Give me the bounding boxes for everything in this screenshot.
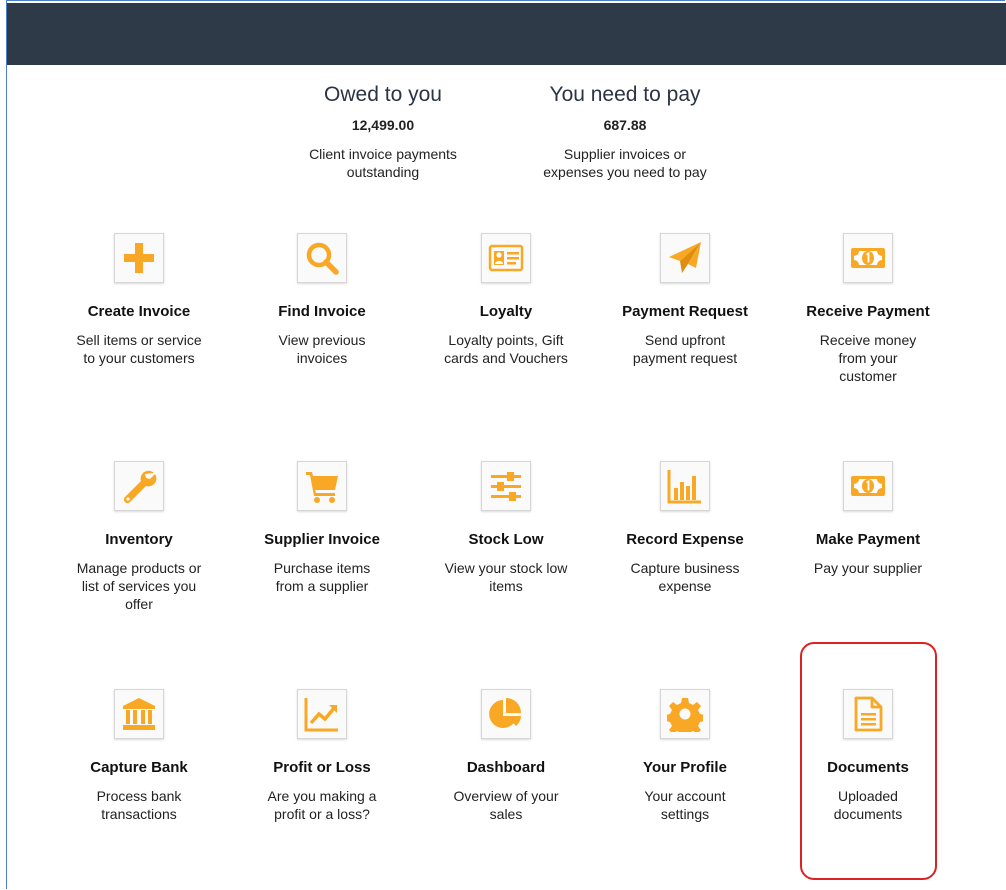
tile-title[interactable]: Loyalty <box>426 303 586 320</box>
tile-title[interactable]: Stock Low <box>426 531 586 548</box>
tile-description: Your account settings <box>644 788 726 822</box>
documents-highlight-box <box>800 642 937 880</box>
wrench-icon <box>121 468 157 504</box>
tile-title[interactable]: Supplier Invoice <box>242 531 402 548</box>
tile-description: View your stock low items <box>444 560 568 594</box>
find-invoice-icon-button[interactable] <box>297 233 347 283</box>
pay-heading: You need to pay <box>549 83 701 106</box>
sliders-icon <box>488 468 524 504</box>
id-card-icon <box>488 240 524 276</box>
owed-to-you-summary: Owed to you 12,499.00 Client invoice pay… <box>273 81 493 181</box>
paper-plane-icon <box>667 240 703 276</box>
tile-inventory[interactable]: Inventory Manage products or list of servi… <box>59 461 219 613</box>
tile-description: Pay your supplier <box>813 560 923 576</box>
gear-icon <box>667 696 703 732</box>
tile-title[interactable]: Payment Request <box>605 303 765 320</box>
tile-record-expense[interactable]: Record Expense Capture business expense <box>605 461 765 595</box>
plus-icon <box>121 240 157 276</box>
inventory-icon-button[interactable] <box>114 461 164 511</box>
tile-title[interactable]: Find Invoice <box>242 303 402 320</box>
tile-description: Manage products or list of services you of… <box>76 560 202 612</box>
tile-title[interactable]: Your Profile <box>605 759 765 776</box>
tile-title[interactable]: Receive Payment <box>788 303 948 320</box>
tile-description: View previous invoices <box>278 332 366 366</box>
tile-stock-low[interactable]: Stock Low View your stock low items <box>426 461 586 595</box>
tile-title[interactable]: Profit or Loss <box>242 759 402 776</box>
tile-description: Process bank transactions <box>96 788 182 822</box>
top-navigation-bar <box>7 3 1006 65</box>
tile-title[interactable]: Create Invoice <box>59 303 219 320</box>
stock-low-icon-button[interactable] <box>481 461 531 511</box>
owed-amount: 12,499.00 <box>351 117 415 133</box>
shopping-cart-icon <box>304 468 340 504</box>
create-invoice-icon-button[interactable] <box>114 233 164 283</box>
tile-description: Purchase items from a supplier <box>273 560 371 594</box>
pie-chart-icon <box>488 696 524 732</box>
dashboard-icon-button[interactable] <box>481 689 531 739</box>
pay-amount: 687.88 <box>603 117 647 133</box>
tile-make-payment[interactable]: Make Payment Pay your supplier <box>788 461 948 577</box>
profit-or-loss-icon-button[interactable] <box>297 689 347 739</box>
bank-icon <box>121 696 157 732</box>
tile-description: Capture business expense <box>630 560 740 594</box>
tile-description: Are you making a profit or a loss? <box>267 788 377 822</box>
tile-receive-payment[interactable]: Receive Payment Receive money from your cus… <box>788 233 948 385</box>
tile-find-invoice[interactable]: Find Invoice View previous invoices <box>242 233 402 367</box>
tile-dashboard[interactable]: Dashboard Overview of your sales <box>426 689 586 823</box>
tile-title[interactable]: Dashboard <box>426 759 586 776</box>
bar-chart-icon <box>667 468 703 504</box>
tile-description: Receive money from your customer <box>819 332 917 384</box>
supplier-invoice-icon-button[interactable] <box>297 461 347 511</box>
tile-title[interactable]: Capture Bank <box>59 759 219 776</box>
tile-title[interactable]: Record Expense <box>605 531 765 548</box>
tile-title[interactable]: Make Payment <box>788 531 948 548</box>
payment-request-icon-button[interactable] <box>660 233 710 283</box>
tile-description: Sell items or service to your customers <box>76 332 202 366</box>
money-bill-icon <box>850 240 886 276</box>
need-to-pay-summary: You need to pay 687.88 Supplier invoices… <box>515 81 735 181</box>
capture-bank-icon-button[interactable] <box>114 689 164 739</box>
tile-your-profile[interactable]: Your Profile Your account settings <box>605 689 765 823</box>
make-payment-icon-button[interactable] <box>843 461 893 511</box>
owed-heading: Owed to you <box>324 83 442 106</box>
tile-supplier-invoice[interactable]: Supplier Invoice Purchase items from a sup… <box>242 461 402 595</box>
tile-capture-bank[interactable]: Capture Bank Process bank transactions <box>59 689 219 823</box>
money-bill-icon <box>850 468 886 504</box>
search-icon <box>304 240 340 276</box>
tile-description: Loyalty points, Gift cards and Vouchers <box>444 332 568 366</box>
tile-description: Overview of your sales <box>453 788 559 822</box>
record-expense-icon-button[interactable] <box>660 461 710 511</box>
tile-title[interactable]: Inventory <box>59 531 219 548</box>
line-chart-icon <box>304 696 340 732</box>
tile-payment-request[interactable]: Payment Request Send upfront payment reque… <box>605 233 765 367</box>
receive-payment-icon-button[interactable] <box>843 233 893 283</box>
owed-description: Client invoice payments outstanding <box>309 146 457 180</box>
tile-description: Send upfront payment request <box>632 332 738 366</box>
loyalty-icon-button[interactable] <box>481 233 531 283</box>
tile-loyalty[interactable]: Loyalty Loyalty points, Gift cards and Vou… <box>426 233 586 367</box>
tile-profit-or-loss[interactable]: Profit or Loss Are you making a profit or … <box>242 689 402 823</box>
your-profile-icon-button[interactable] <box>660 689 710 739</box>
pay-description: Supplier invoices or expenses you need t… <box>543 146 707 180</box>
tile-create-invoice[interactable]: Create Invoice Sell items or service to yo… <box>59 233 219 367</box>
